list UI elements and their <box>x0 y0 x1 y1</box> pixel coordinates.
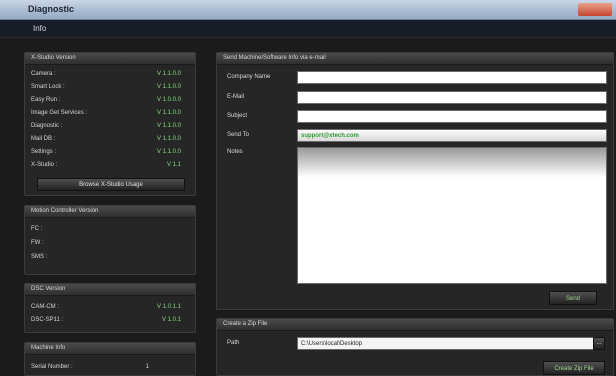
dsc-label: DSC-SP11 : <box>31 317 64 323</box>
machine-label: Serial Number : <box>31 364 73 370</box>
path-label: Path <box>227 340 240 346</box>
dsc-label: CAM-CM : <box>31 304 59 310</box>
subject-field[interactable] <box>297 110 607 123</box>
menu-info[interactable]: Info <box>33 24 46 33</box>
machine-panel: Machine Info Serial Number : 1 <box>24 342 196 376</box>
version-row-mail-db: Mail DB : V 1.1.0.0 <box>31 136 189 146</box>
dsc-row-sp: DSC-SP11 : V 1.0.1 <box>31 317 189 327</box>
dsc-row-cam: CAM-CM : V 1.0.1.1 <box>31 304 189 314</box>
motion-label: FW : <box>31 240 44 246</box>
motion-row-sms: SMS : <box>31 254 189 264</box>
version-label: Diagnostic : <box>31 123 63 129</box>
email-panel: Send Machine/Software Info via e-mail Co… <box>216 52 614 310</box>
version-row-camera: Camera : V 1.1.0.0 <box>31 71 189 81</box>
version-label: Smart Lock : <box>31 84 65 90</box>
dsc-panel: DSC Version CAM-CM : V 1.0.1.1 DSC-SP11 … <box>24 283 196 333</box>
version-row-diagnostic: Diagnostic : V 1.1.0.0 <box>31 123 189 133</box>
version-row-image-get: Image Get Services : V 1.1.0.0 <box>31 110 189 120</box>
version-label: Settings : <box>31 149 57 155</box>
version-value: V 1.1.0.0 <box>156 123 181 129</box>
version-value: V 1.1.0.0 <box>156 149 181 155</box>
send-to-field[interactable]: support@xtech.com <box>297 129 607 142</box>
notes-textarea[interactable] <box>297 147 607 284</box>
version-label: Easy Run : <box>31 97 61 103</box>
version-row-easy-run: Easy Run : V 1.0.0.0 <box>31 97 189 107</box>
version-label: Image Get Services : <box>31 110 88 116</box>
motion-row-fc: FC : <box>31 226 189 236</box>
motion-panel: Motion Controller Version FC : FW : SMS … <box>24 205 196 275</box>
version-row-x-studio: X-Studio : V 1.1 <box>31 162 189 172</box>
version-row-smart-lock: Smart Lock : V 1.1.0.0 <box>31 84 189 94</box>
version-label: Camera : <box>31 71 56 77</box>
machine-panel-header: Machine Info <box>25 343 195 355</box>
version-value: V 1.1 <box>166 162 181 168</box>
version-panel-header: X-Studio Version <box>25 53 195 65</box>
version-value: V 1.1.0.0 <box>156 110 181 116</box>
menu-bar: Info <box>0 20 616 38</box>
dsc-panel-header: DSC Version <box>25 284 195 296</box>
create-zip-button[interactable]: Create Zip File <box>543 361 605 375</box>
subject-label: Subject <box>227 113 248 119</box>
email-label: E-Mail <box>227 94 245 100</box>
machine-value: 1 <box>145 364 149 370</box>
title-bar: Diagnostic <box>0 0 616 20</box>
version-value: V 1.1.0.0 <box>156 136 181 142</box>
motion-label: FC : <box>31 226 43 232</box>
machine-row-serial: Serial Number : 1 <box>31 364 189 374</box>
zip-panel-header: Create a Zip File <box>217 319 613 331</box>
browse-path-button[interactable]: ... <box>593 337 605 350</box>
notes-label: Notes <box>227 149 243 155</box>
dsc-value: V 1.0.1.1 <box>156 304 181 310</box>
version-value: V 1.1.0.0 <box>156 84 181 90</box>
motion-panel-header: Motion Controller Version <box>25 206 195 218</box>
browse-usage-button[interactable]: Browse X-Studio Usage <box>37 178 185 191</box>
email-panel-header: Send Machine/Software Info via e-mail <box>217 53 613 65</box>
version-label: X-Studio : <box>31 162 58 168</box>
company-name-field[interactable] <box>297 71 607 84</box>
close-button[interactable] <box>578 3 612 16</box>
zip-panel: Create a Zip File Path C:\Users\local\De… <box>216 318 614 376</box>
version-value: V 1.1.0.0 <box>156 71 181 77</box>
send-button[interactable]: Send <box>549 291 597 305</box>
motion-row-fw: FW : <box>31 240 189 250</box>
company-label: Company Name <box>227 74 271 80</box>
version-row-settings: Settings : V 1.1.0.0 <box>31 149 189 159</box>
version-label: Mail DB : <box>31 136 56 142</box>
version-panel: X-Studio Version Camera : V 1.1.0.0 Smar… <box>24 52 196 196</box>
email-field[interactable] <box>297 91 607 104</box>
window-title: Diagnostic <box>28 4 75 14</box>
dsc-value: V 1.0.1 <box>161 317 181 323</box>
version-value: V 1.0.0.0 <box>156 97 181 103</box>
motion-label: SMS : <box>31 254 48 260</box>
send-to-label: Send To <box>227 132 249 138</box>
path-field[interactable]: C:\Users\local\Desktop <box>297 337 597 350</box>
